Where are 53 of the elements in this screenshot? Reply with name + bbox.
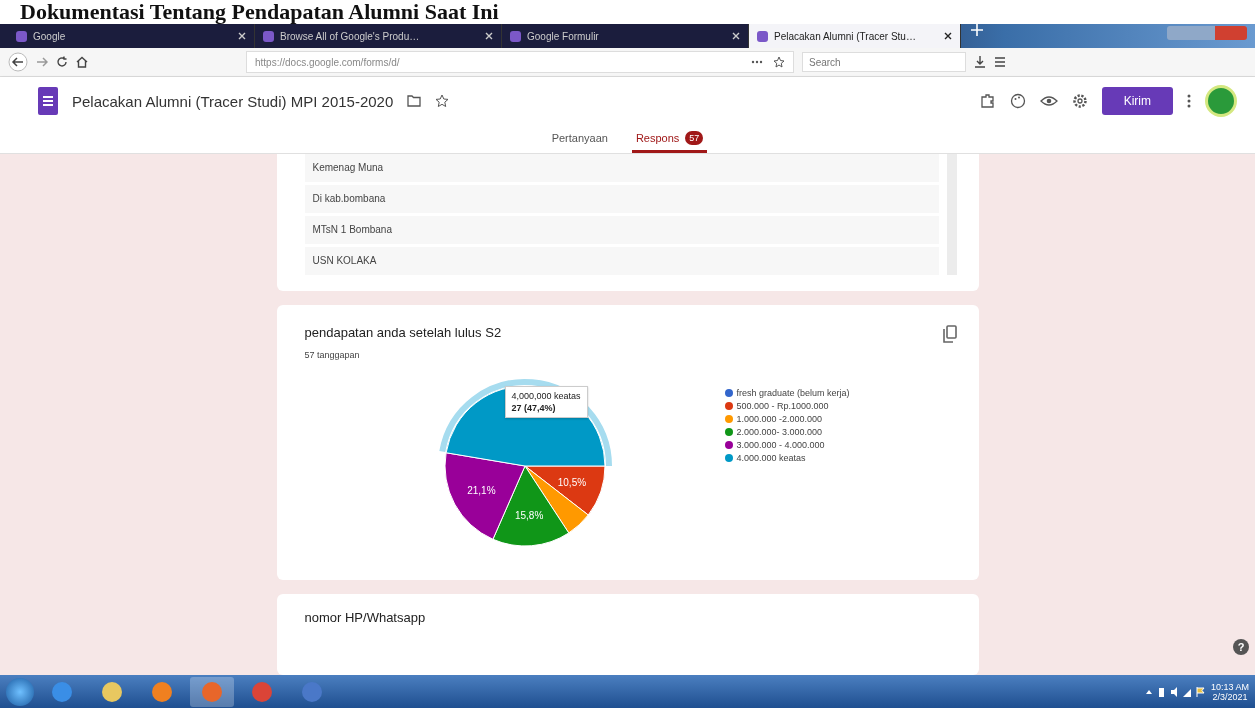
document-heading: Dokumentasi Tentang Pendapatan Alumni Saat Ini	[19, 0, 500, 24]
favicon-icon	[757, 30, 768, 42]
legend-label: 500.000 - Rp.1000.000	[736, 401, 829, 411]
response-count: 57 tanggapan	[304, 350, 361, 360]
question-title: pendapatan anda setelah lulus S2	[304, 325, 502, 340]
close-icon[interactable]	[944, 32, 952, 40]
slice-label: 21,1%	[466, 484, 496, 496]
copy-icon[interactable]	[942, 325, 957, 343]
send-button[interactable]: Kirim	[1101, 87, 1173, 115]
page-actions-icon[interactable]	[751, 56, 785, 68]
legend-label: 1.000.000 -2.000.000	[736, 414, 823, 424]
start-button[interactable]	[6, 677, 34, 706]
tooltip-label: 4,000,000 keatas	[511, 391, 581, 401]
back-button[interactable]	[8, 52, 28, 72]
slice-label: 15,8%	[514, 510, 543, 522]
help-button[interactable]: ?	[1233, 639, 1249, 655]
palette-icon[interactable]	[1009, 93, 1026, 109]
count-badge: 57	[685, 130, 704, 145]
favicon-icon	[263, 30, 274, 42]
avatar[interactable]	[1205, 85, 1237, 117]
answer-row: Di kab.bombana	[304, 185, 939, 213]
tray-icons[interactable]	[1144, 685, 1205, 698]
menu-icon[interactable]	[994, 56, 1006, 68]
form-title: Pelacakan Alumni (Tracer Studi) MPI 2015-2020	[72, 92, 394, 110]
form-tab[interactable]: Pertanyaan	[547, 125, 612, 153]
folder-icon[interactable]	[407, 95, 422, 107]
scrollbar[interactable]	[946, 154, 957, 275]
answer-row: USN KOLAKA	[304, 247, 939, 275]
legend-label: 2.000.000- 3.000.000	[736, 427, 823, 437]
settings-icon[interactable]	[1071, 93, 1088, 109]
reload-icon[interactable]	[56, 56, 68, 68]
eye-icon[interactable]	[1039, 95, 1058, 107]
clock[interactable]: 10:13 AM 2/3/2021	[1210, 681, 1249, 702]
answer-row: Kemenag Muna	[304, 154, 939, 182]
favicon-icon	[510, 30, 521, 42]
legend-label: 4.000.000 keatas	[736, 453, 806, 463]
question-title: nomor HP/Whatsapp	[304, 610, 427, 625]
tooltip-value: 27 (47,4%)	[511, 403, 557, 413]
legend-label: fresh graduate (belum kerja)	[736, 388, 850, 398]
answer-row: MTsN 1 Bombana	[304, 216, 939, 244]
forward-button[interactable]	[36, 56, 48, 68]
address-field[interactable]: https://docs.google.com/forms/d/	[246, 51, 794, 73]
download-icon[interactable]	[974, 56, 986, 68]
puzzle-icon[interactable]	[979, 93, 996, 109]
favicon-icon	[16, 30, 27, 42]
search-field[interactable]: Search	[802, 52, 966, 72]
browser-tab[interactable]: Pelacakan Alumni (Tracer Stu…	[749, 24, 961, 48]
star-icon[interactable]	[435, 94, 450, 108]
forms-logo-icon	[38, 87, 58, 115]
legend-label: 3.000.000 - 4.000.000	[736, 440, 825, 450]
more-icon[interactable]	[1187, 94, 1191, 108]
home-icon[interactable]	[76, 56, 88, 68]
slice-label: 10,5%	[557, 477, 586, 489]
